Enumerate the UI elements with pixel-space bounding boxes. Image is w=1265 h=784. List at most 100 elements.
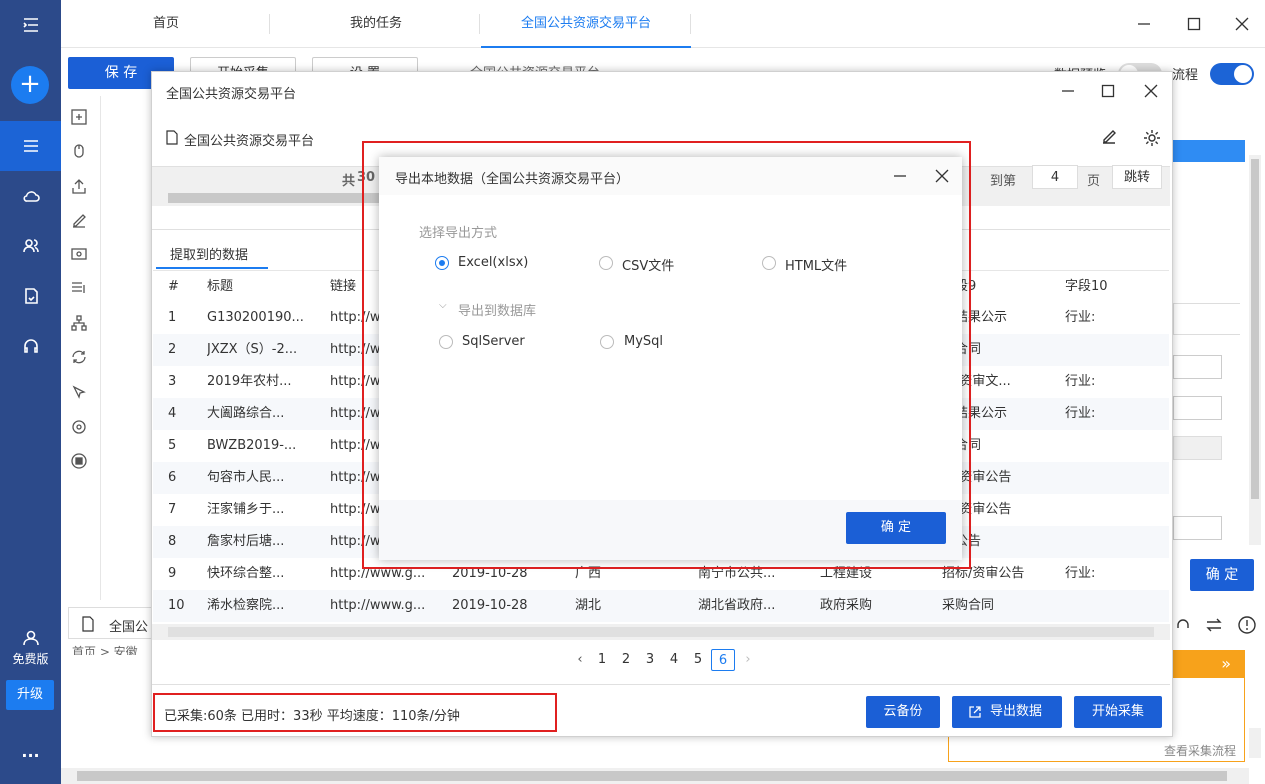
radio-sqlserver[interactable]	[439, 335, 453, 349]
cell-n: 5	[168, 438, 177, 453]
right-confirm-button[interactable]: 确 定	[1190, 559, 1254, 591]
page-4[interactable]: 4	[664, 649, 684, 671]
right-input-3[interactable]	[1173, 436, 1222, 460]
mouse-icon[interactable]	[70, 142, 90, 162]
cell-region: 湖北	[575, 598, 602, 613]
page-5[interactable]: 5	[688, 649, 708, 671]
cell-title: 汪家铺乡于...	[207, 502, 285, 517]
right-scrollbar[interactable]	[1249, 155, 1261, 545]
next-page-icon[interactable]: ›	[738, 649, 758, 671]
window-title: 全国公共资源交易平台	[166, 87, 297, 102]
cell-title: 浠水检察院...	[207, 598, 285, 613]
cell-title: 句容市人民...	[207, 470, 285, 485]
export-icon	[969, 706, 981, 718]
document-icon[interactable]	[0, 271, 61, 321]
option-html-label[interactable]: HTML文件	[785, 255, 847, 274]
right-input-1[interactable]	[1173, 355, 1222, 379]
upload-icon[interactable]	[70, 177, 90, 197]
structure-icon[interactable]	[70, 314, 90, 334]
menu-icon[interactable]	[0, 0, 61, 50]
bottom-scrollbar[interactable]	[61, 768, 1249, 784]
gear-icon[interactable]	[1142, 128, 1162, 148]
status-text: 已采集:60条 已用时：33秒 平均速度：110条/分钟	[164, 709, 460, 724]
expand-panel-icon[interactable]: »	[1173, 650, 1245, 678]
task-list-icon[interactable]	[0, 121, 61, 171]
refresh-target-icon[interactable]	[70, 418, 90, 438]
option-csv-label[interactable]: CSV文件	[622, 255, 674, 274]
bottom-tab-label: 全国公	[109, 620, 149, 635]
dialog-confirm-button[interactable]: 确 定	[846, 512, 946, 544]
edit-icon-window[interactable]	[1100, 128, 1120, 148]
prev-page-icon[interactable]: ‹	[570, 649, 590, 671]
option-sqlserver-label[interactable]: SqlServer	[462, 334, 525, 349]
table-hscrollbar[interactable]	[152, 624, 1170, 640]
cloud-icon[interactable]	[0, 171, 61, 221]
table-row[interactable]: 10 浠水检察院... http://www.g... 2019-10-28 湖北 湖北省…	[153, 590, 1169, 622]
total-label: 共	[342, 174, 356, 189]
page-1[interactable]: 1	[592, 649, 612, 671]
dialog-title: 导出本地数据（全国公共资源交易平台）	[395, 172, 630, 187]
cell-title: 大阖路综合...	[207, 406, 285, 421]
headset-icon[interactable]	[0, 321, 61, 371]
dialog-minimize-icon[interactable]	[888, 164, 912, 188]
swap-icon[interactable]	[1205, 616, 1223, 634]
cursor-icon[interactable]	[70, 384, 90, 404]
db-section-label[interactable]: 导出到数据库	[458, 300, 536, 319]
window-close-icon[interactable]	[1139, 79, 1163, 103]
tab-current-task[interactable]: 全国公共资源交易平台	[481, 0, 691, 48]
tab-home[interactable]: 首页	[101, 0, 231, 48]
cell-title: BWZB2019-...	[207, 438, 297, 453]
upgrade-button[interactable]: 升级	[6, 680, 54, 710]
right-input-4[interactable]	[1173, 516, 1222, 540]
export-data-button[interactable]: 导出数据	[952, 696, 1062, 728]
page-input[interactable]: 4	[1032, 165, 1078, 189]
jump-button[interactable]: 跳转	[1112, 165, 1162, 189]
window-maximize-icon[interactable]	[1096, 79, 1120, 103]
view-flow-link[interactable]: 查看采集流程	[1164, 742, 1236, 759]
captcha-icon[interactable]	[70, 246, 90, 266]
radio-csv[interactable]	[599, 256, 613, 270]
edit-icon[interactable]	[70, 212, 90, 232]
maximize-icon[interactable]	[1182, 12, 1206, 36]
radio-excel[interactable]	[435, 256, 449, 270]
page-2[interactable]: 2	[616, 649, 636, 671]
new-task-button[interactable]: +	[11, 66, 49, 104]
close-icon[interactable]	[1230, 12, 1254, 36]
cell-n: 4	[168, 406, 177, 421]
minimize-icon[interactable]	[1132, 12, 1156, 36]
right-input-2[interactable]	[1173, 396, 1222, 420]
page-3[interactable]: 3	[640, 649, 660, 671]
add-page-icon[interactable]	[70, 108, 90, 128]
bottom-tab[interactable]: 全国公	[68, 607, 156, 639]
list-icon[interactable]	[70, 279, 90, 299]
loop-icon[interactable]	[70, 348, 90, 368]
export-dialog: 导出本地数据（全国公共资源交易平台） 选择导出方式 Excel(xlsx) CS…	[379, 157, 962, 560]
cloud-backup-button[interactable]: 云备份	[866, 696, 940, 728]
option-excel-label[interactable]: Excel(xlsx)	[458, 255, 528, 270]
plan-label: 免费版	[12, 652, 49, 666]
export-data-label: 导出数据	[989, 704, 1042, 719]
tab-my-tasks[interactable]: 我的任务	[311, 0, 441, 48]
tab-bar: 首页 我的任务 全国公共资源交易平台	[61, 0, 1265, 48]
cell-title: 2019年农村...	[207, 374, 292, 389]
radio-html[interactable]	[762, 256, 776, 270]
dialog-close-icon[interactable]	[930, 164, 954, 188]
chevron-down-icon[interactable]: ⌵	[439, 300, 447, 311]
stop-icon[interactable]	[70, 452, 90, 472]
start-collect-button[interactable]: 开始采集	[1074, 696, 1162, 728]
info-icon[interactable]	[1237, 615, 1257, 635]
th-index: #	[168, 279, 179, 294]
cell-f10: 行业:	[1065, 374, 1096, 389]
window-minimize-icon[interactable]	[1056, 79, 1080, 103]
users-icon[interactable]	[0, 221, 61, 271]
option-mysql-label[interactable]: MySql	[624, 334, 663, 349]
tab-extracted[interactable]: 提取到的数据	[170, 244, 248, 263]
radio-mysql[interactable]	[600, 335, 614, 349]
page-6[interactable]: 6	[711, 649, 735, 671]
file-icon	[166, 130, 178, 145]
flow-toggle[interactable]	[1210, 63, 1254, 85]
cell-n: 7	[168, 502, 177, 517]
headphone-icon[interactable]	[1174, 616, 1192, 634]
cell-n: 2	[168, 342, 177, 357]
more-button[interactable]: ...	[0, 742, 61, 761]
